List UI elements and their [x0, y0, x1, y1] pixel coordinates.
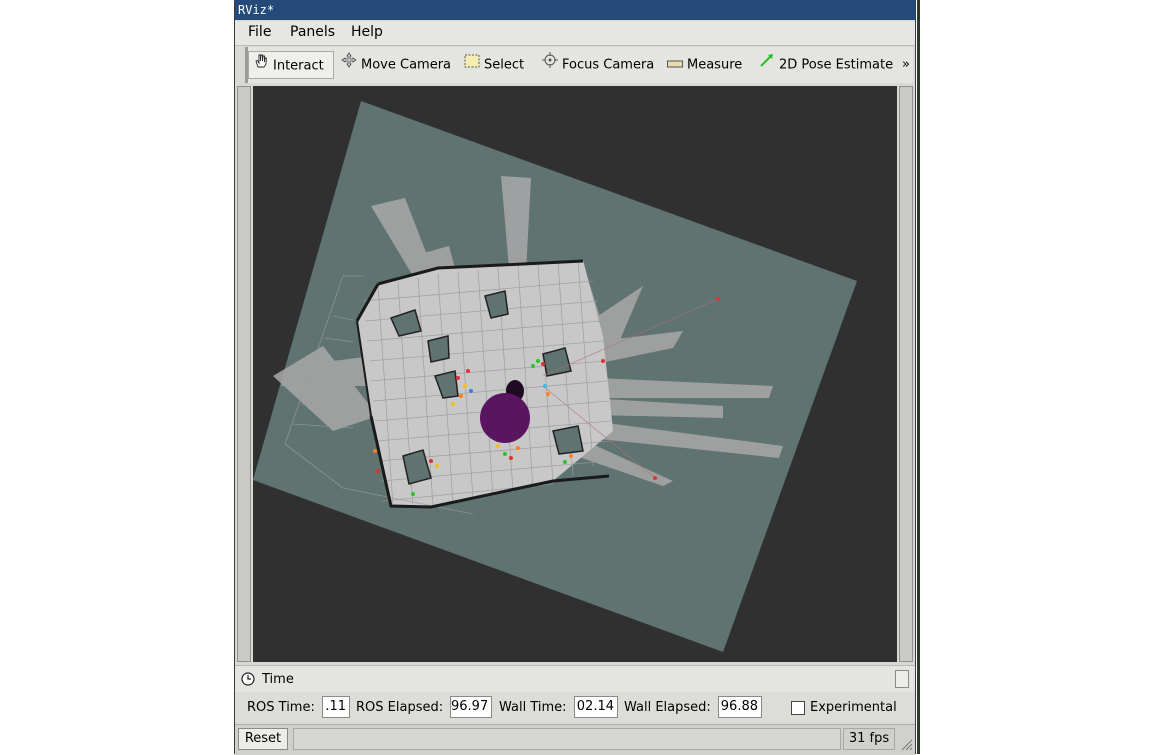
- fps-counter: 31 fps: [843, 728, 895, 750]
- left-dock-toggle[interactable]: [237, 86, 251, 662]
- time-panel-fields: ROS Time: .11 ROS Elapsed: 96.97 Wall Ti…: [235, 692, 915, 722]
- wall-time-label: Wall Time:: [499, 700, 567, 715]
- time-panel-title: Time: [262, 672, 294, 687]
- wall-time-field[interactable]: 02.14: [574, 696, 618, 718]
- map-visualization: [253, 101, 857, 652]
- tool-interact-label: Interact: [273, 58, 324, 74]
- tools-toolbar: Interact Move Camera Select Focus Camera…: [245, 47, 913, 83]
- tool-2d-pose-estimate[interactable]: 2D Pose Estimate: [759, 51, 893, 79]
- tool-move-camera-label: Move Camera: [361, 57, 452, 73]
- ros-elapsed-label: ROS Elapsed:: [356, 700, 444, 715]
- title-bar: RViz*: [235, 0, 915, 20]
- menu-help[interactable]: Help: [351, 24, 383, 40]
- focus-camera-icon: [542, 51, 558, 79]
- experimental-label: Experimental: [810, 700, 897, 715]
- ros-time-field[interactable]: .11: [322, 696, 350, 718]
- tool-focus-camera[interactable]: Focus Camera: [542, 51, 654, 79]
- wall-elapsed-label: Wall Elapsed:: [624, 700, 711, 715]
- experimental-checkbox[interactable]: [791, 701, 805, 715]
- pose-estimate-icon: [759, 51, 775, 79]
- menu-file[interactable]: File: [248, 24, 271, 40]
- select-icon: [464, 51, 480, 79]
- tool-focus-camera-label: Focus Camera: [562, 57, 655, 73]
- toolbar-overflow-button[interactable]: »: [902, 57, 910, 72]
- clock-icon: [241, 672, 255, 686]
- right-dock-toggle[interactable]: [899, 86, 913, 662]
- wall-elapsed-field[interactable]: 96.88: [718, 696, 762, 718]
- tool-interact[interactable]: Interact: [248, 51, 334, 79]
- menu-panels[interactable]: Panels: [290, 24, 335, 40]
- 3d-render-view[interactable]: [253, 86, 897, 662]
- tool-move-camera[interactable]: Move Camera: [341, 51, 451, 79]
- hand-icon: [253, 52, 269, 80]
- time-panel-header: Time: [235, 665, 915, 692]
- desktop-edge: [917, 0, 920, 754]
- rviz-window: RViz* File Panels Help Interact Move Cam…: [234, 0, 916, 755]
- status-message: [293, 728, 841, 750]
- resize-grip-icon[interactable]: [899, 737, 913, 751]
- measure-icon: [667, 51, 683, 79]
- move-camera-icon: [341, 51, 357, 79]
- robot-model: [480, 393, 530, 443]
- tool-select-label: Select: [484, 57, 525, 73]
- tool-2d-pose-estimate-label: 2D Pose Estimate: [779, 57, 894, 73]
- tool-measure-label: Measure: [687, 57, 743, 73]
- tool-select[interactable]: Select: [464, 51, 524, 79]
- reset-button[interactable]: Reset: [238, 728, 288, 750]
- ros-elapsed-field[interactable]: 96.97: [450, 696, 492, 718]
- tool-measure[interactable]: Measure: [667, 51, 742, 79]
- panel-scroll-handle[interactable]: [895, 670, 909, 688]
- status-bar: Reset 31 fps: [235, 724, 915, 755]
- ros-time-label: ROS Time:: [247, 700, 315, 715]
- menu-bar: File Panels Help: [235, 21, 915, 46]
